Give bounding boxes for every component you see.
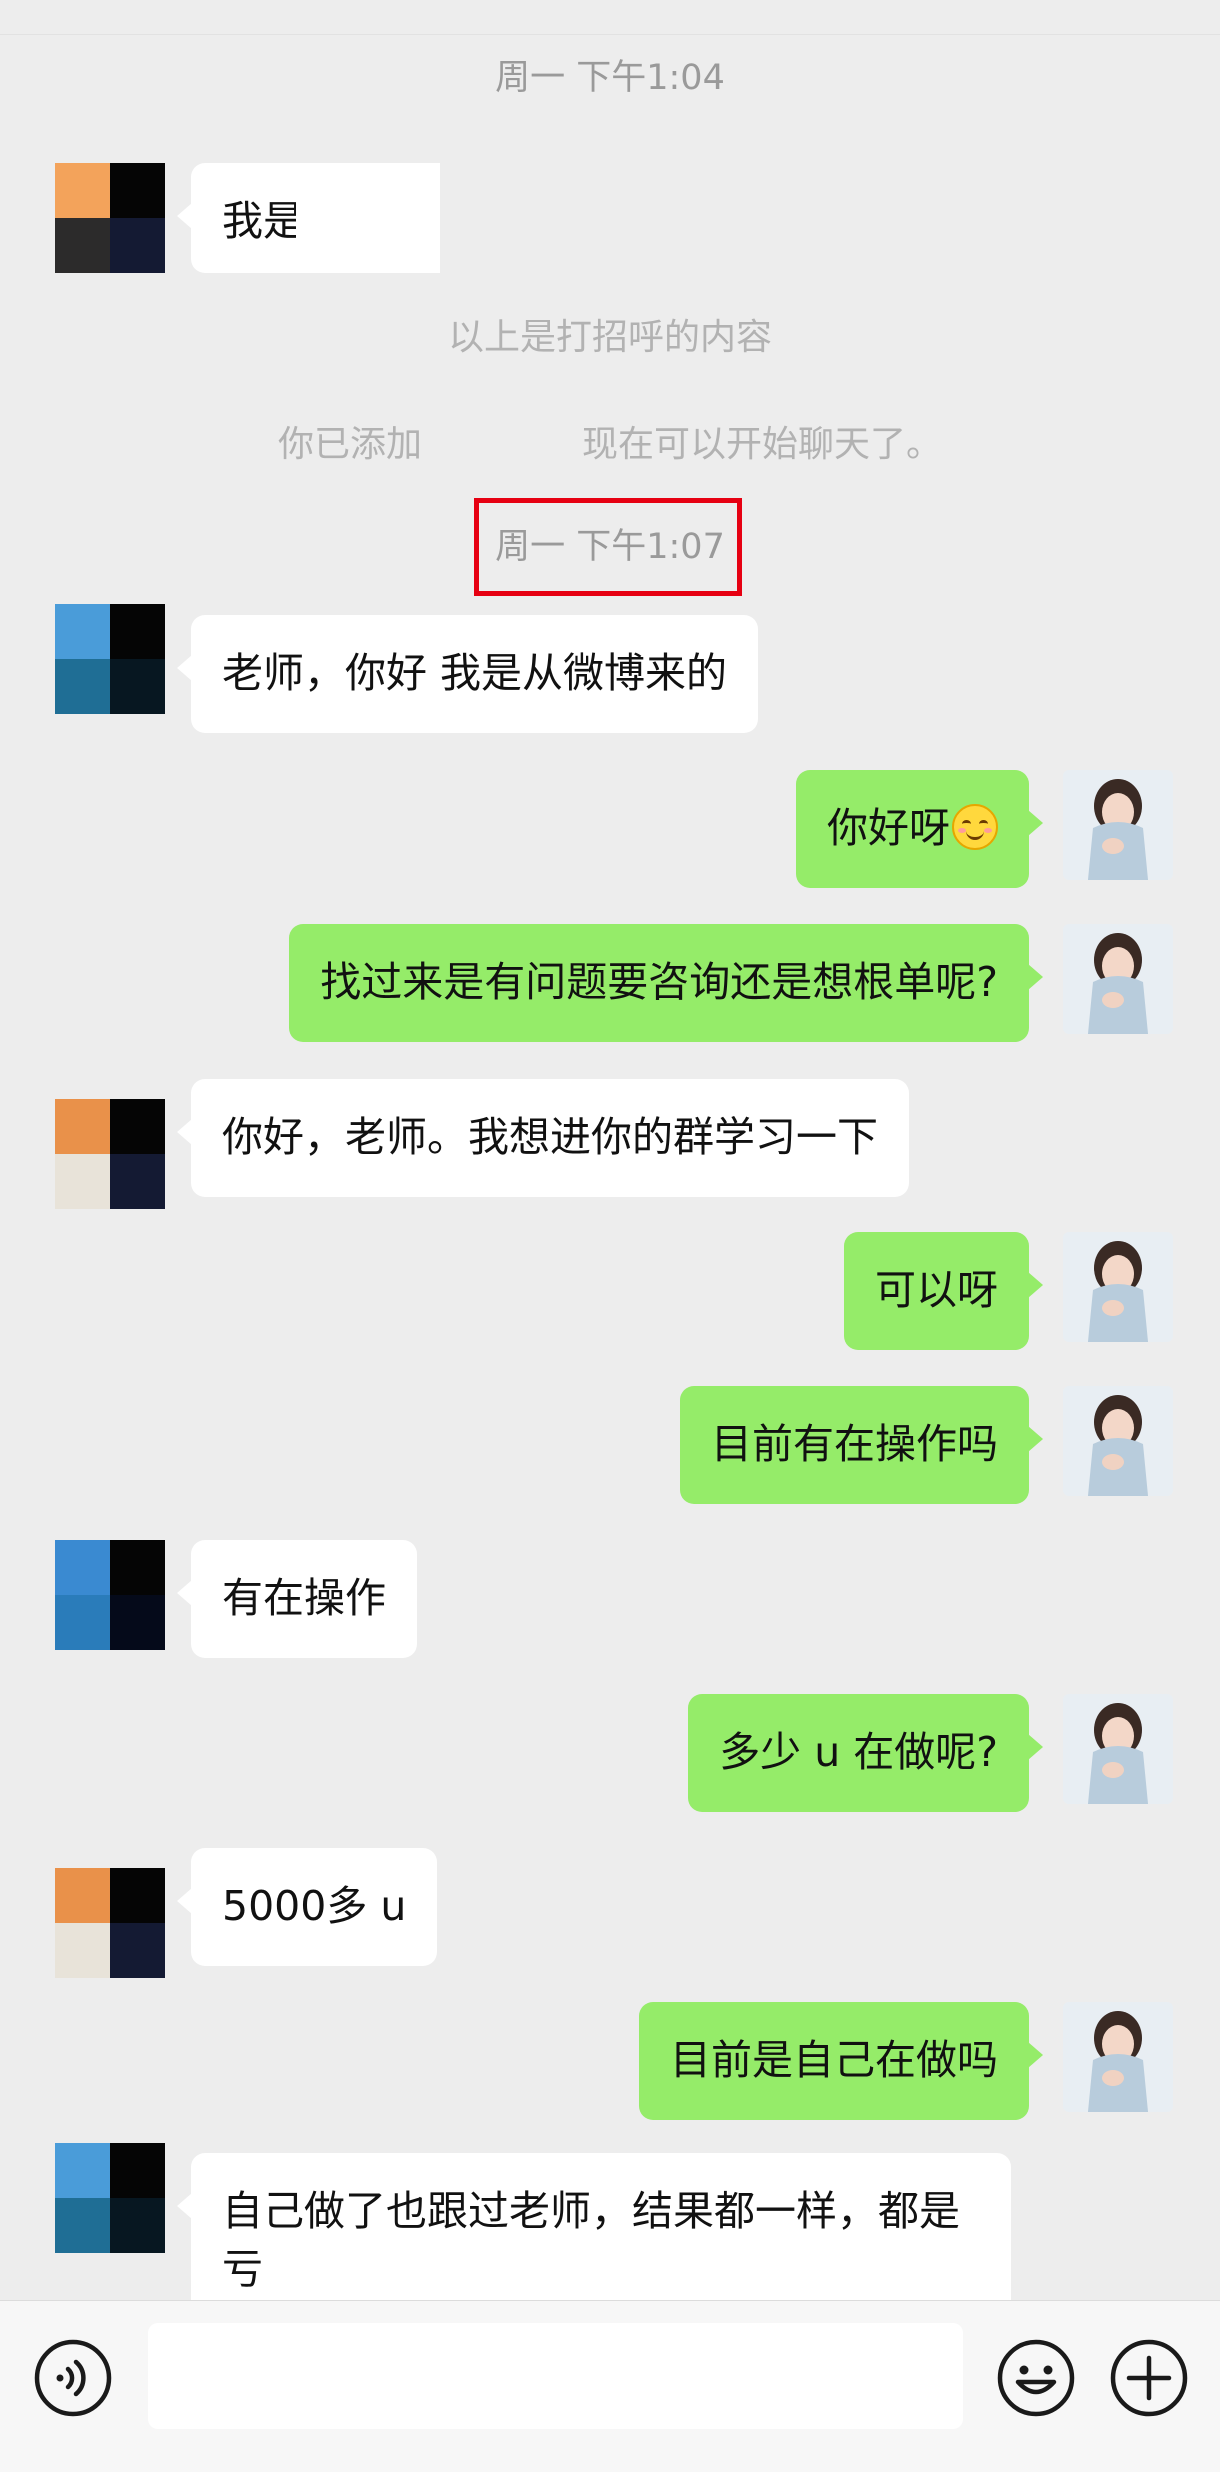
avatar-self[interactable] (1063, 1386, 1173, 1496)
avatar-self[interactable] (1063, 1232, 1173, 1342)
message-text: 可以呀 (875, 1266, 998, 1314)
message-text: 有在操作 (222, 1574, 386, 1622)
input-bar (0, 2300, 1220, 2472)
smiling-face-emoji-icon (952, 804, 998, 850)
message-text: 多少 u 在做呢? (719, 1728, 998, 1776)
plus-icon[interactable] (1109, 2338, 1189, 2418)
greeting-note: 以上是打招呼的内容 (447, 317, 772, 358)
message-bubble[interactable]: 目前是自己在做吗 (639, 2002, 1043, 2120)
friend-added-notice: 你已添加 现在可以开始聊天了。 (0, 420, 1220, 470)
message-text: 我是 (222, 197, 304, 245)
message-bubble[interactable]: 多少 u 在做呢? (688, 1694, 1043, 1812)
message-text: 5000多 u (222, 1882, 407, 1930)
message-input[interactable] (148, 2323, 963, 2429)
added-suffix: 现在可以开始聊天了。 (582, 424, 943, 465)
added-prefix: 你已添加 (277, 424, 422, 465)
message-bubble[interactable]: 找过来是有问题要咨询还是想根单呢? (289, 924, 1043, 1042)
chat-area[interactable]: 周一 下午1:04 我是 以上是打招呼的内容 你已添加 现在可以开始聊天了。 周一… (0, 0, 1220, 2300)
message-bubble[interactable]: 有在操作 (177, 1540, 417, 1658)
message-text: 你好，老师。我想进你的群学习一下 (222, 1113, 878, 1161)
avatar[interactable] (55, 163, 165, 273)
message-text: 自己做了也跟过老师，结果都一样，都是亏 (222, 2187, 960, 2293)
avatar[interactable] (55, 1540, 165, 1650)
voice-icon[interactable] (33, 2338, 113, 2418)
message-text: 目前是自己在做吗 (670, 2036, 998, 2084)
message-bubble[interactable]: 5000多 u (176, 1848, 438, 1966)
message-bubble[interactable]: 自己做了也跟过老师，结果都一样，都是亏 (177, 2153, 1011, 2300)
avatar-self[interactable] (1063, 1694, 1173, 1804)
avatar[interactable] (55, 604, 165, 714)
message-text: 老师，你好 我是从微博来的 (222, 649, 728, 697)
message-text: 目前有在操作吗 (711, 1420, 998, 1468)
message-text: 你好呀 (827, 804, 950, 852)
message-text: 找过来是有问题要咨询还是想根单呢? (320, 958, 998, 1006)
avatar-self[interactable] (1063, 770, 1173, 880)
message-bubble[interactable]: 你好，老师。我想进你的群学习一下 (177, 1079, 909, 1197)
avatar-self[interactable] (1063, 924, 1173, 1034)
avatar[interactable] (55, 1099, 165, 1209)
avatar[interactable] (55, 2143, 165, 2253)
avatar-self[interactable] (1063, 2002, 1173, 2112)
message-bubble[interactable]: 老师，你好 我是从微博来的 (176, 615, 759, 733)
redaction-block (296, 163, 440, 273)
top-divider (0, 0, 1220, 35)
message-bubble[interactable]: 你好呀 (796, 770, 1043, 888)
avatar[interactable] (55, 1868, 165, 1978)
emoji-icon[interactable] (996, 2338, 1076, 2418)
message-bubble[interactable]: 目前有在操作吗 (680, 1386, 1043, 1504)
message-bubble[interactable]: 可以呀 (844, 1232, 1043, 1350)
timestamp: 周一 下午1:04 (495, 58, 725, 98)
highlight-box (474, 498, 742, 596)
